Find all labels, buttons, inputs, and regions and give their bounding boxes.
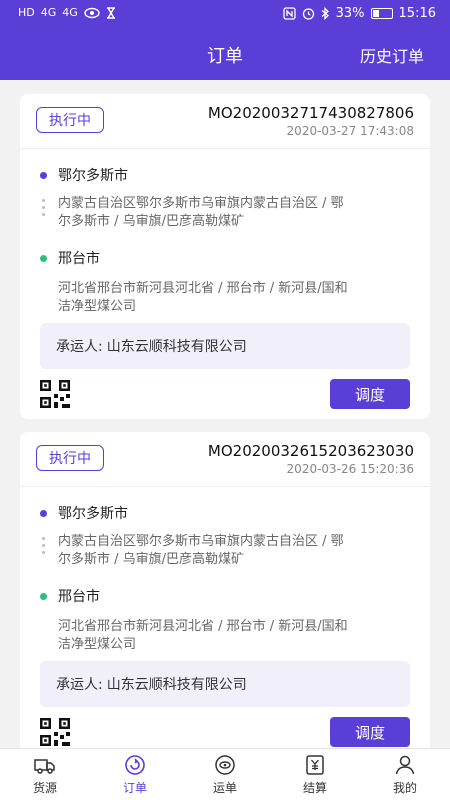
order-time: 2020-03-26 15:20:36 <box>286 462 414 476</box>
order-card[interactable]: 执行中 MO2020032717430827806 2020-03-27 17:… <box>20 94 430 419</box>
route-dots <box>42 537 45 558</box>
destination-address-line-2: 洁净型煤公司 <box>58 299 137 314</box>
battery-percent: 33% <box>335 6 365 21</box>
destination-address-line-1: 河北省邢台市新河县河北省 / 邢台市 / 新河县/国和 <box>58 619 348 634</box>
divider <box>20 486 430 487</box>
qr-code-icon[interactable] <box>40 718 70 746</box>
destination-dot <box>40 255 47 262</box>
waybill-icon <box>215 755 235 775</box>
bottom-tab-bar: 货源 订单 运单 结算 我的 <box>0 748 450 800</box>
origin-address-line-1: 内蒙古自治区鄂尔多斯市乌审旗内蒙古自治区 / 鄂 <box>58 534 344 549</box>
origin-address-line-2: 尔多斯市 / 乌审旗/巴彦高勒煤矿 <box>58 214 245 229</box>
status-badge: 执行中 <box>36 445 104 471</box>
qr-code-icon[interactable] <box>40 380 70 408</box>
tab-settlement[interactable]: 结算 <box>270 749 360 800</box>
tab-orders-label: 订单 <box>122 781 147 795</box>
divider <box>20 148 430 149</box>
origin-address-line-1: 内蒙古自治区鄂尔多斯市乌审旗内蒙古自治区 / 鄂 <box>58 196 344 211</box>
destination-dot <box>40 593 47 600</box>
tab-cargo-label: 货源 <box>32 781 57 795</box>
eye-icon <box>84 7 100 18</box>
battery-icon <box>370 8 393 19</box>
order-icon <box>125 755 145 775</box>
carrier-name: 山东云顺科技有限公司 <box>106 677 247 693</box>
bluetooth-icon <box>321 7 329 20</box>
origin-city: 鄂尔多斯市 <box>58 506 128 522</box>
carrier-name: 山东云顺科技有限公司 <box>106 339 247 355</box>
tab-cargo[interactable]: 货源 <box>0 749 90 800</box>
route-dots <box>42 199 45 220</box>
order-list[interactable]: 执行中 MO2020032717430827806 2020-03-27 17:… <box>0 80 450 748</box>
status-right: 33% 15:16 <box>282 6 436 21</box>
signal-indicator-1: 4G <box>40 6 57 19</box>
destination-city: 邢台市 <box>58 251 100 267</box>
order-time: 2020-03-27 17:43:08 <box>286 124 414 138</box>
dispatch-button[interactable]: 调度 <box>330 717 410 747</box>
destination-city: 邢台市 <box>58 589 100 605</box>
order-number: MO2020032717430827806 <box>207 104 414 122</box>
nfc-icon <box>282 7 296 20</box>
destination-address-line-1: 河北省邢台市新河县河北省 / 邢台市 / 新河县/国和 <box>58 281 348 296</box>
profile-icon <box>395 755 415 775</box>
carrier-label: 承运人: <box>56 677 103 693</box>
app-header: HD 4G 4G 33% 15:16 订单 历史订单 <box>0 0 450 80</box>
origin-city: 鄂尔多斯市 <box>58 168 128 184</box>
carrier-label: 承运人: <box>56 339 103 355</box>
tab-settlement-label: 结算 <box>302 781 327 795</box>
truck-icon <box>34 759 55 774</box>
tab-orders[interactable]: 订单 <box>90 749 180 800</box>
settlement-icon <box>306 755 324 775</box>
origin-dot <box>40 510 47 517</box>
tab-waybill-label: 运单 <box>212 781 237 795</box>
tab-waybill[interactable]: 运单 <box>180 749 270 800</box>
order-card[interactable]: 执行中 MO2020032615203623030 2020-03-26 15:… <box>20 432 430 748</box>
alarm-icon <box>302 8 314 20</box>
carrier-box: 承运人: 山东云顺科技有限公司 <box>40 323 410 369</box>
dispatch-button[interactable]: 调度 <box>330 379 410 409</box>
carrier-box: 承运人: 山东云顺科技有限公司 <box>40 661 410 707</box>
hd-indicator: HD <box>18 6 35 19</box>
signal-indicator-2: 4G <box>62 6 78 19</box>
tab-profile-label: 我的 <box>392 781 417 795</box>
history-orders-link[interactable]: 历史订单 <box>360 43 424 67</box>
origin-address-line-2: 尔多斯市 / 乌审旗/巴彦高勒煤矿 <box>58 552 245 567</box>
destination-address-line-2: 洁净型煤公司 <box>58 637 137 652</box>
order-number: MO2020032615203623030 <box>207 442 414 460</box>
clock: 15:16 <box>398 6 436 21</box>
status-badge: 执行中 <box>36 107 104 133</box>
tab-profile[interactable]: 我的 <box>360 749 450 800</box>
origin-dot <box>40 172 47 179</box>
status-left: HD 4G 4G <box>18 6 116 19</box>
status-bar: HD 4G 4G 33% 15:16 <box>0 0 450 30</box>
hourglass-icon <box>106 6 115 19</box>
